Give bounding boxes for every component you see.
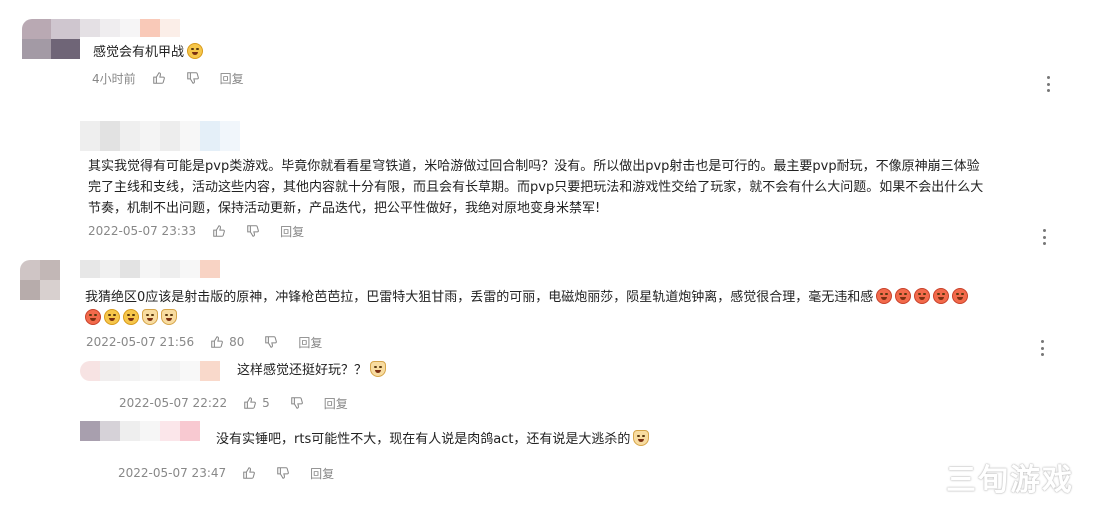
thumbs-up-icon [243, 467, 256, 479]
thumbs-down-icon [247, 225, 260, 237]
dislike-button[interactable] [290, 396, 304, 410]
thumbs-up-icon [152, 72, 165, 84]
comment-text: 我猜绝区0应该是射击版的原神，冲锋枪芭芭拉，巴雷特大狙甘雨，丢雷的可丽，电磁炮丽… [85, 287, 969, 329]
smile-emoji-icon [187, 43, 204, 59]
heart-eyes-emoji-icon [876, 288, 893, 304]
dislike-button[interactable] [186, 71, 200, 85]
username-blurred[interactable] [80, 19, 180, 37]
thumbs-up-icon [244, 397, 257, 409]
timestamp: 4小时前 [92, 71, 136, 86]
reply-button[interactable]: 回复 [310, 465, 334, 482]
reply-button[interactable]: 回复 [280, 223, 304, 240]
reply-meta: 2022-05-07 23:47 回复 [118, 465, 354, 481]
reply-button[interactable]: 回复 [324, 395, 348, 412]
timestamp: 2022-05-07 21:56 [86, 335, 195, 349]
more-options-icon[interactable] [1047, 76, 1051, 92]
avatar[interactable] [20, 260, 60, 300]
watermark: 三旬游戏 [946, 463, 1074, 498]
like-button[interactable] [152, 71, 166, 85]
laugh-emoji-icon [914, 288, 931, 304]
username-blurred[interactable] [80, 421, 200, 441]
timestamp: 2022-05-07 23:47 [118, 466, 227, 480]
more-options-icon[interactable] [1041, 340, 1045, 356]
thumbs-down-icon [291, 397, 303, 409]
like-count: 5 [262, 396, 270, 410]
comment-meta: 2022-05-07 21:56 80 回复 [86, 334, 342, 350]
comment-text: 感觉会有机甲战 [93, 42, 204, 63]
reply-button[interactable]: 回复 [298, 334, 322, 351]
like-count: 80 [229, 335, 245, 349]
dislike-button[interactable] [264, 335, 278, 349]
username-blurred[interactable] [80, 361, 220, 381]
smile-emoji-icon [123, 309, 139, 325]
dislike-button[interactable] [276, 466, 290, 480]
heart-eyes-emoji-icon [952, 288, 969, 304]
like-button[interactable]: 5 [243, 396, 270, 410]
heart-eyes-emoji-icon [85, 309, 101, 325]
comment-meta: 2022-05-07 23:33 回复 [88, 223, 324, 239]
cat-emoji-icon [161, 309, 177, 325]
thumbs-up-icon [211, 336, 224, 348]
comment-text: 其实我觉得有可能是pvp类游戏。毕竟你就看看星穹铁道，米哈游做过回合制吗？没有。… [88, 159, 984, 216]
comment-meta: 4小时前 回复 [92, 70, 264, 86]
reply-button[interactable]: 回复 [220, 70, 244, 87]
cat-emoji-icon [370, 361, 387, 377]
reply-meta: 2022-05-07 22:22 5 回复 [119, 395, 368, 411]
reply-text: 这样感觉还挺好玩？？ [237, 360, 387, 381]
like-button[interactable]: 80 [210, 335, 244, 349]
username-blurred[interactable] [80, 121, 240, 151]
thumbs-up-icon [213, 225, 226, 237]
smile-emoji-icon [104, 309, 120, 325]
username-blurred[interactable] [80, 260, 220, 278]
timestamp: 2022-05-07 23:33 [88, 224, 197, 238]
more-options-icon[interactable] [1043, 229, 1047, 245]
avatar[interactable] [22, 19, 80, 59]
dislike-button[interactable] [246, 224, 260, 238]
thumbs-down-icon [277, 467, 290, 479]
cat-emoji-icon [633, 430, 650, 446]
cat-emoji-icon [142, 309, 158, 325]
reply-text: 没有实锤吧，rts可能性不大，现在有人说是肉鸽act，还有说是大逃杀的 [216, 429, 650, 450]
laugh-emoji-icon [933, 288, 950, 304]
like-button[interactable] [212, 224, 226, 238]
heart-eyes-emoji-icon [895, 288, 912, 304]
thumbs-down-icon [186, 72, 199, 84]
like-button[interactable] [242, 466, 256, 480]
timestamp: 2022-05-07 22:22 [119, 396, 228, 410]
thumbs-down-icon [265, 336, 278, 348]
